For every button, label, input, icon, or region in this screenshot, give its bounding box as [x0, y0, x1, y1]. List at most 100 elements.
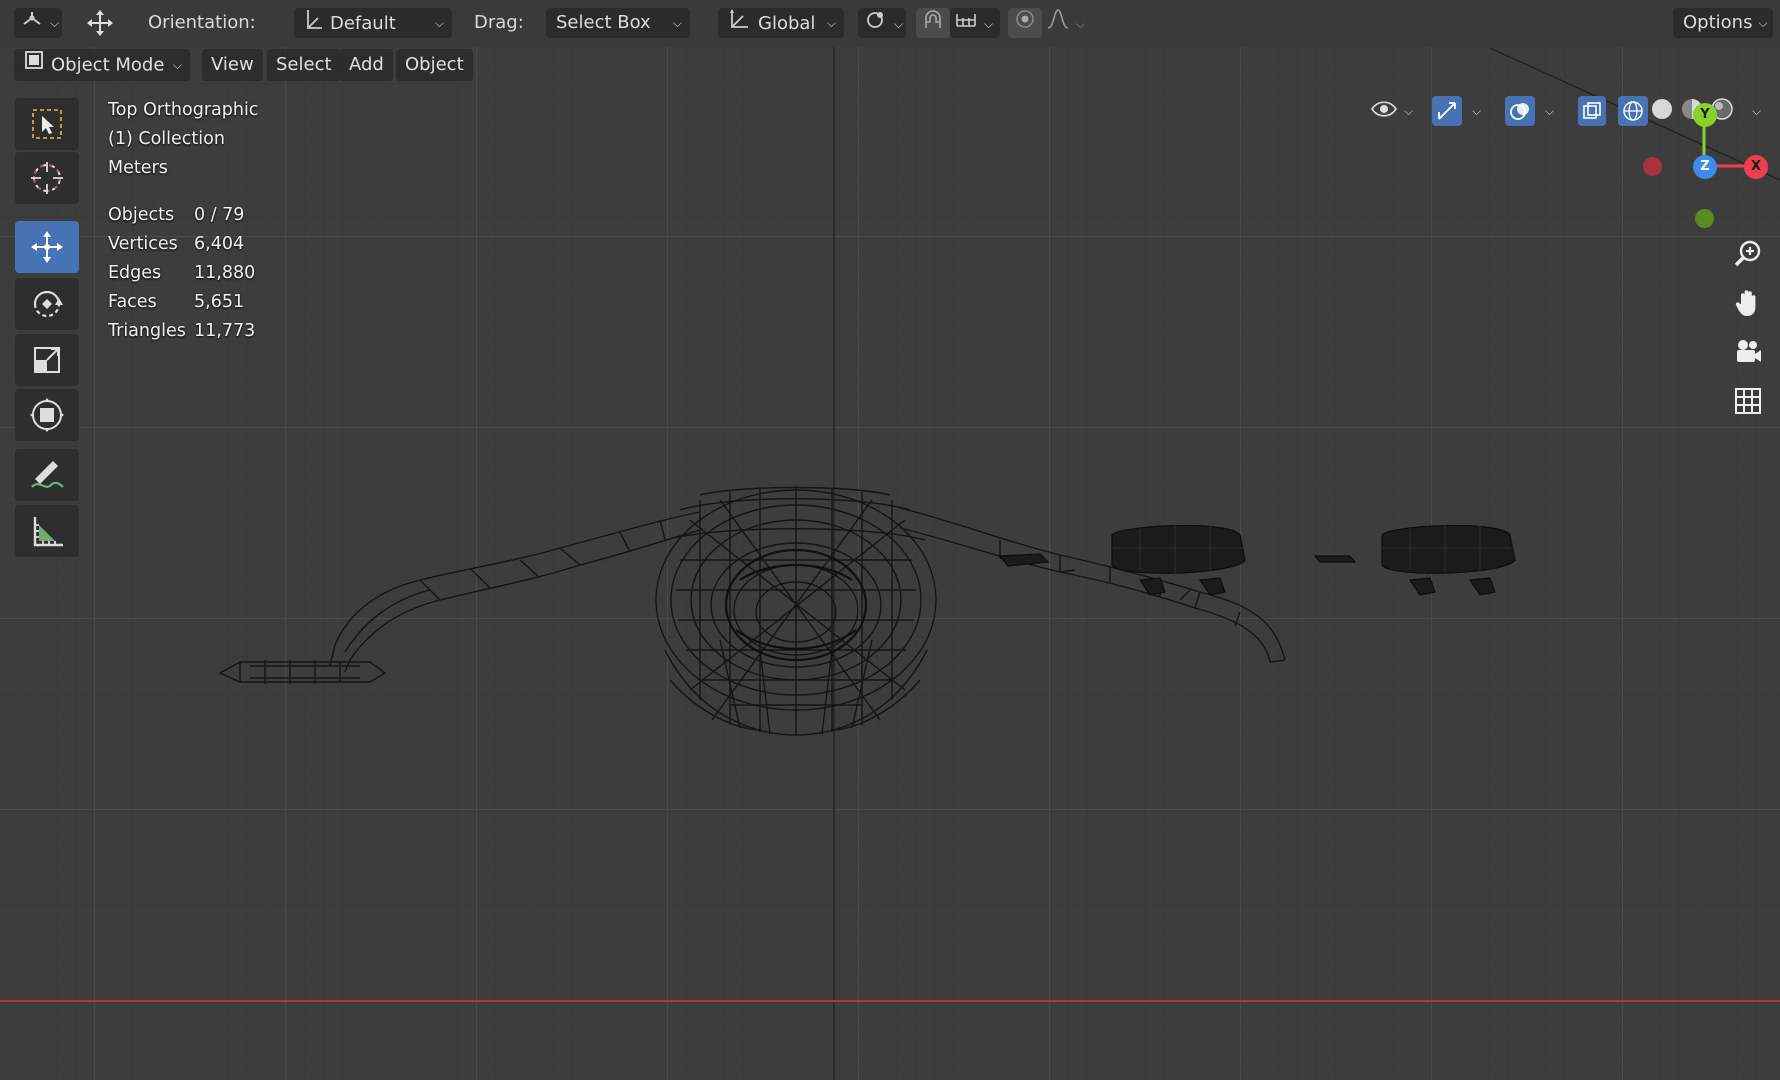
transform-space-value: Global	[758, 13, 816, 34]
stat-value: 6,404	[194, 234, 245, 254]
chevron-down-icon: ⌵	[50, 16, 60, 30]
magnet-icon	[921, 8, 945, 40]
select-menu[interactable]: Select	[267, 49, 341, 81]
stat-label: Faces	[108, 292, 157, 312]
stat-label: Triangles	[108, 321, 186, 341]
stat-label: Objects	[108, 205, 175, 225]
pivot-icon	[864, 8, 888, 40]
view-menu[interactable]: View	[202, 49, 263, 81]
editor-type-icon	[20, 8, 44, 38]
proportional-editing-toggle[interactable]	[1008, 8, 1042, 38]
stat-label: Edges	[108, 263, 162, 283]
editor-type-button[interactable]: ⌵	[14, 8, 62, 38]
move-arrows-icon	[84, 8, 116, 48]
chevron-down-icon: ⌵	[1545, 103, 1555, 118]
gizmo-z-axis[interactable]: Z	[1693, 155, 1717, 179]
chevron-down-icon: ⌵	[172, 58, 182, 72]
move-icon	[31, 231, 63, 263]
gizmo-toggle[interactable]: ⌵	[1432, 94, 1492, 128]
snap-toggle[interactable]	[916, 8, 950, 38]
options-dropdown[interactable]: Options ⌵	[1673, 8, 1773, 38]
transform-tool-button[interactable]	[80, 8, 124, 38]
transform-tool[interactable]	[15, 389, 79, 441]
select-box-tool[interactable]	[15, 98, 79, 150]
xray-icon	[1578, 96, 1606, 126]
view-name: Top Orthographic	[108, 100, 259, 120]
mode-dropdown[interactable]: Object Mode ⌵	[14, 49, 190, 81]
orientation-value: Default	[330, 13, 396, 34]
gizmo-y-axis[interactable]: Y	[1693, 103, 1717, 127]
units-label: Meters	[108, 158, 168, 178]
stat-value: 0 / 79	[194, 205, 245, 225]
zoom-icon	[1734, 240, 1761, 267]
annotate-tool[interactable]	[15, 449, 79, 501]
chevron-down-icon: ⌵	[1404, 103, 1414, 118]
measure-icon	[33, 517, 63, 547]
scale-tool[interactable]	[15, 334, 79, 386]
camera-icon	[1737, 340, 1761, 362]
navigation-gizmo[interactable]: Y X Z	[1630, 95, 1780, 235]
falloff-curve-icon	[1046, 8, 1070, 40]
select-box-icon	[32, 109, 62, 139]
annotate-icon	[31, 461, 64, 488]
snap-increment-icon	[954, 8, 978, 40]
visibility-dropdown[interactable]: ⌵	[1370, 94, 1420, 128]
rotate-icon	[33, 290, 63, 318]
cursor-icon	[31, 162, 63, 194]
zoom-button[interactable]	[1727, 233, 1769, 275]
drag-value: Select Box	[556, 12, 651, 33]
gizmo-icon	[1432, 96, 1462, 126]
overlays-icon	[1505, 96, 1535, 126]
gizmo-x-axis[interactable]: X	[1744, 155, 1768, 179]
xray-toggle[interactable]	[1578, 94, 1608, 128]
pivot-point-dropdown[interactable]: ⌵	[858, 8, 906, 38]
orientation-icon	[304, 8, 324, 40]
tool-settings-header: ⌵ Orientation: Default ⌵ Drag: Select Box…	[0, 0, 1780, 47]
camera-view-button[interactable]	[1727, 331, 1769, 373]
chevron-down-icon: ⌵	[434, 16, 444, 30]
drag-dropdown[interactable]: Select Box ⌵	[546, 8, 690, 38]
chevron-down-icon: ⌵	[894, 17, 904, 31]
hand-icon	[1735, 290, 1756, 316]
snap-target-dropdown[interactable]: ⌵	[950, 8, 1000, 38]
mode-value: Object Mode	[51, 54, 165, 76]
stat-label: Vertices	[108, 234, 178, 254]
cursor-tool[interactable]	[15, 152, 79, 204]
object-mode-icon	[23, 49, 45, 82]
transform-icon	[30, 398, 64, 432]
global-axes-icon	[728, 8, 750, 40]
toggle-perspective-button[interactable]	[1727, 380, 1769, 422]
drag-label: Drag:	[474, 12, 524, 33]
collection-name: (1) Collection	[108, 129, 225, 149]
chevron-down-icon: ⌵	[1758, 16, 1768, 30]
measure-tool[interactable]	[15, 505, 79, 557]
grid-icon	[1735, 388, 1761, 414]
gizmo-neg-y-axis[interactable]	[1695, 209, 1714, 228]
stat-value: 11,773	[194, 321, 256, 341]
wireframe-model[interactable]	[0, 0, 1780, 1080]
3d-viewport[interactable]	[0, 0, 1780, 1080]
pan-button[interactable]	[1727, 282, 1769, 324]
move-tool[interactable]	[15, 221, 79, 273]
stat-value: 11,880	[194, 263, 256, 283]
stat-value: 5,651	[194, 292, 245, 312]
proportional-edit-icon	[1013, 8, 1037, 40]
object-menu[interactable]: Object	[396, 49, 473, 81]
chevron-down-icon: ⌵	[826, 16, 836, 30]
gizmo-neg-x-axis[interactable]	[1643, 157, 1662, 176]
chevron-down-icon: ⌵	[984, 17, 994, 31]
overlays-toggle[interactable]: ⌵	[1505, 94, 1565, 128]
falloff-dropdown[interactable]: ⌵	[1042, 8, 1088, 38]
orientation-label: Orientation:	[148, 12, 256, 33]
scale-icon	[34, 347, 60, 373]
chevron-down-icon: ⌵	[1076, 17, 1086, 31]
transform-orientation-dropdown[interactable]: Global ⌵	[718, 8, 844, 38]
options-label: Options	[1683, 12, 1753, 33]
add-menu[interactable]: Add	[340, 49, 393, 81]
chevron-down-icon: ⌵	[1472, 103, 1482, 118]
chevron-down-icon: ⌵	[672, 16, 682, 30]
orientation-dropdown[interactable]: Default ⌵	[294, 8, 452, 38]
rotate-tool[interactable]	[15, 278, 79, 330]
viewport-header: Object Mode ⌵ View Select Add Object ⌵ ⌵ …	[0, 47, 1780, 126]
eye-icon	[1370, 98, 1398, 124]
